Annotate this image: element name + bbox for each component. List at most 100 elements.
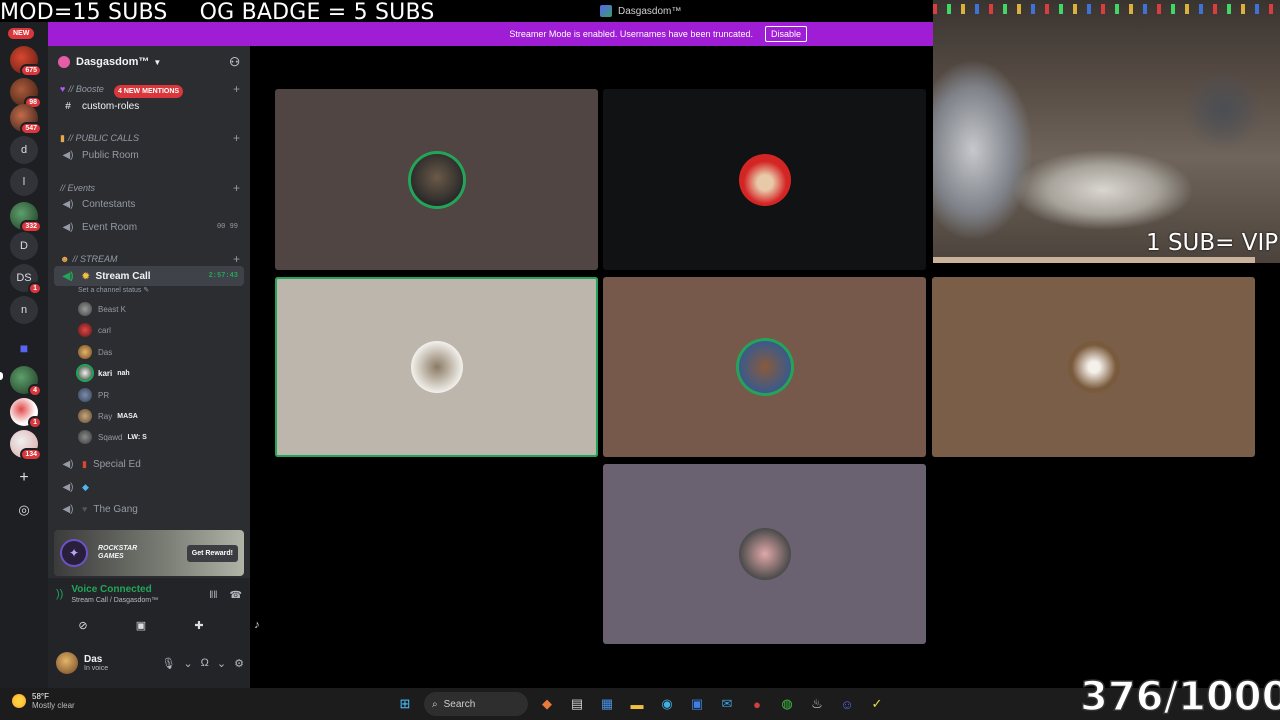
get-reward-button[interactable]: Get Reward!	[186, 544, 238, 562]
avatar[interactable]	[56, 652, 78, 674]
unread-count-badge: 675	[20, 64, 42, 77]
channel-the-gang[interactable]: ◀) ♥ The Gang	[60, 499, 244, 519]
member-name: Sqawd	[98, 432, 123, 442]
server-icon[interactable]: l	[10, 168, 38, 196]
voice-member[interactable]: Das	[78, 343, 112, 361]
server-icon[interactable]: DS 1	[10, 264, 42, 295]
search-box[interactable]: ⌕	[424, 692, 528, 716]
obs-icon[interactable]: ●	[746, 693, 768, 715]
voice-member[interactable]: Sqawd LW: S	[78, 428, 147, 446]
server-icon[interactable]: 547	[10, 104, 42, 135]
disconnect-icon[interactable]: ☎	[230, 590, 242, 601]
voice-member[interactable]: Ray MASA	[78, 407, 138, 425]
invite-people-icon[interactable]: ⚇	[229, 55, 240, 69]
member-name: carl	[98, 325, 111, 335]
channel-custom-roles[interactable]: # custom-roles	[60, 96, 244, 116]
app-icon	[600, 5, 612, 17]
discord-icon[interactable]: ☺	[836, 693, 858, 715]
category-public-calls[interactable]: ▮ // PUBLIC CALLS +	[60, 131, 240, 145]
search-input[interactable]	[443, 698, 504, 710]
channel-label: Public Room	[82, 149, 139, 161]
screen-share-icon[interactable]: ▣	[114, 616, 168, 634]
unread-count-badge: 1	[28, 282, 42, 295]
vip-rule-text: 1 SUB= VIP	[1146, 230, 1279, 256]
add-server-icon[interactable]: +	[10, 464, 38, 492]
calendar-icon[interactable]: ▣	[686, 693, 708, 715]
server-initial: n	[20, 304, 28, 316]
voice-member[interactable]: kari nah	[78, 364, 130, 382]
chevron-down-icon[interactable]: ⌄	[217, 657, 226, 670]
add-channel-icon[interactable]: +	[233, 252, 240, 266]
promo-banner[interactable]: ✦ ROCKSTAR GAMES Get Reward!	[54, 530, 244, 576]
voice-location[interactable]: Stream Call / Dasgasdom™	[71, 597, 158, 604]
voice-member[interactable]: carl	[78, 321, 111, 339]
channel-event-room[interactable]: ◀) Event Room 00 99	[60, 217, 244, 237]
server-icon[interactable]: D	[10, 232, 38, 260]
channel-diamond[interactable]: ◀) ◆	[60, 477, 244, 497]
chevron-down-icon[interactable]: ⌄	[183, 657, 192, 670]
channel-special-ed[interactable]: ◀) ▮ Special Ed	[60, 454, 244, 474]
signal-icon[interactable]: ))	[56, 588, 63, 600]
gear-icon[interactable]: ⚙	[234, 657, 244, 670]
server-icon[interactable]: 675	[10, 46, 42, 77]
microphone-icon[interactable]: 🎙	[161, 657, 175, 670]
category-events[interactable]: // Events +	[60, 181, 240, 195]
server-icon[interactable]: 4	[10, 366, 42, 397]
discover-icon[interactable]: ◎	[10, 496, 38, 524]
soundboard-icon[interactable]: ♪	[230, 616, 284, 634]
norton-icon[interactable]: ✓	[866, 693, 888, 715]
participant-tile[interactable]	[603, 89, 926, 270]
server-name: Dasgasdom™	[76, 56, 150, 68]
pencil-icon: ✎	[143, 287, 150, 294]
server-icon[interactable]: 1	[10, 398, 42, 429]
category-label: // STREAM	[72, 254, 118, 264]
avatar	[78, 388, 92, 402]
file-explorer-icon[interactable]: ▬	[626, 693, 648, 715]
task-view-icon[interactable]: ▤	[566, 693, 588, 715]
channel-stream-call[interactable]: ◀) ✹ Stream Call 2:57:43	[54, 266, 244, 286]
heart-icon: ♥	[82, 504, 88, 514]
camera-off-icon[interactable]: ⊘	[56, 616, 110, 634]
server-icon[interactable]: d	[10, 136, 38, 164]
speaker-icon: ◀)	[62, 149, 74, 161]
add-channel-icon[interactable]: +	[233, 181, 240, 195]
chrome-icon[interactable]: ◍	[776, 693, 798, 715]
participant-tile-selected[interactable]	[275, 277, 598, 457]
channel-status-prompt[interactable]: Set a channel status ✎	[78, 286, 149, 294]
voice-member[interactable]: Beast K	[78, 300, 126, 318]
store-icon[interactable]: ▦	[596, 693, 618, 715]
add-channel-icon[interactable]: +	[233, 82, 240, 96]
participant-tile[interactable]	[603, 277, 926, 457]
participant-tile[interactable]	[932, 277, 1255, 457]
disable-streamer-mode-button[interactable]: Disable	[764, 26, 807, 42]
participant-tile[interactable]	[603, 464, 926, 644]
speaker-icon: ◀)	[62, 198, 74, 210]
widgets-icon[interactable]: ◆	[536, 693, 558, 715]
smiley-icon: ☻	[60, 254, 70, 264]
headphones-icon[interactable]: Ω	[201, 657, 209, 670]
voice-member[interactable]: PR	[78, 386, 109, 404]
participant-tile[interactable]	[275, 89, 598, 270]
new-mentions-badge[interactable]: 4 NEW MENTIONS	[114, 85, 184, 98]
add-channel-icon[interactable]: +	[233, 131, 240, 145]
server-icon[interactable]: 332	[10, 202, 42, 233]
outlook-icon[interactable]: ✉	[716, 693, 738, 715]
unread-count-badge: 134	[20, 448, 42, 461]
steam-icon[interactable]: ♨	[806, 693, 828, 715]
weather-widget[interactable]: 58°F Mostly clear	[12, 692, 75, 710]
noise-suppression-icon[interactable]: ‖‖	[209, 590, 217, 601]
category-stream[interactable]: ☻ // STREAM +	[60, 252, 240, 266]
channel-contestants[interactable]: ◀) Contestants	[60, 194, 244, 214]
server-icon[interactable]: n	[10, 296, 38, 324]
voice-connected-label[interactable]: Voice Connected	[71, 584, 158, 595]
windows-start-icon[interactable]: ⊞	[394, 693, 416, 715]
channel-public-room[interactable]: ◀) Public Room	[60, 145, 244, 165]
server-header[interactable]: Dasgasdom™ ▼ ⚇	[48, 46, 250, 78]
edge-icon[interactable]: ◉	[656, 693, 678, 715]
server-icon[interactable]: 134	[10, 430, 42, 461]
server-folder-icon[interactable]: ■	[10, 334, 38, 362]
server-icon[interactable]: 98	[10, 78, 42, 109]
activities-icon[interactable]: ✚	[172, 616, 226, 634]
server-initial: d	[20, 144, 28, 156]
member-tag: MASA	[117, 412, 138, 420]
